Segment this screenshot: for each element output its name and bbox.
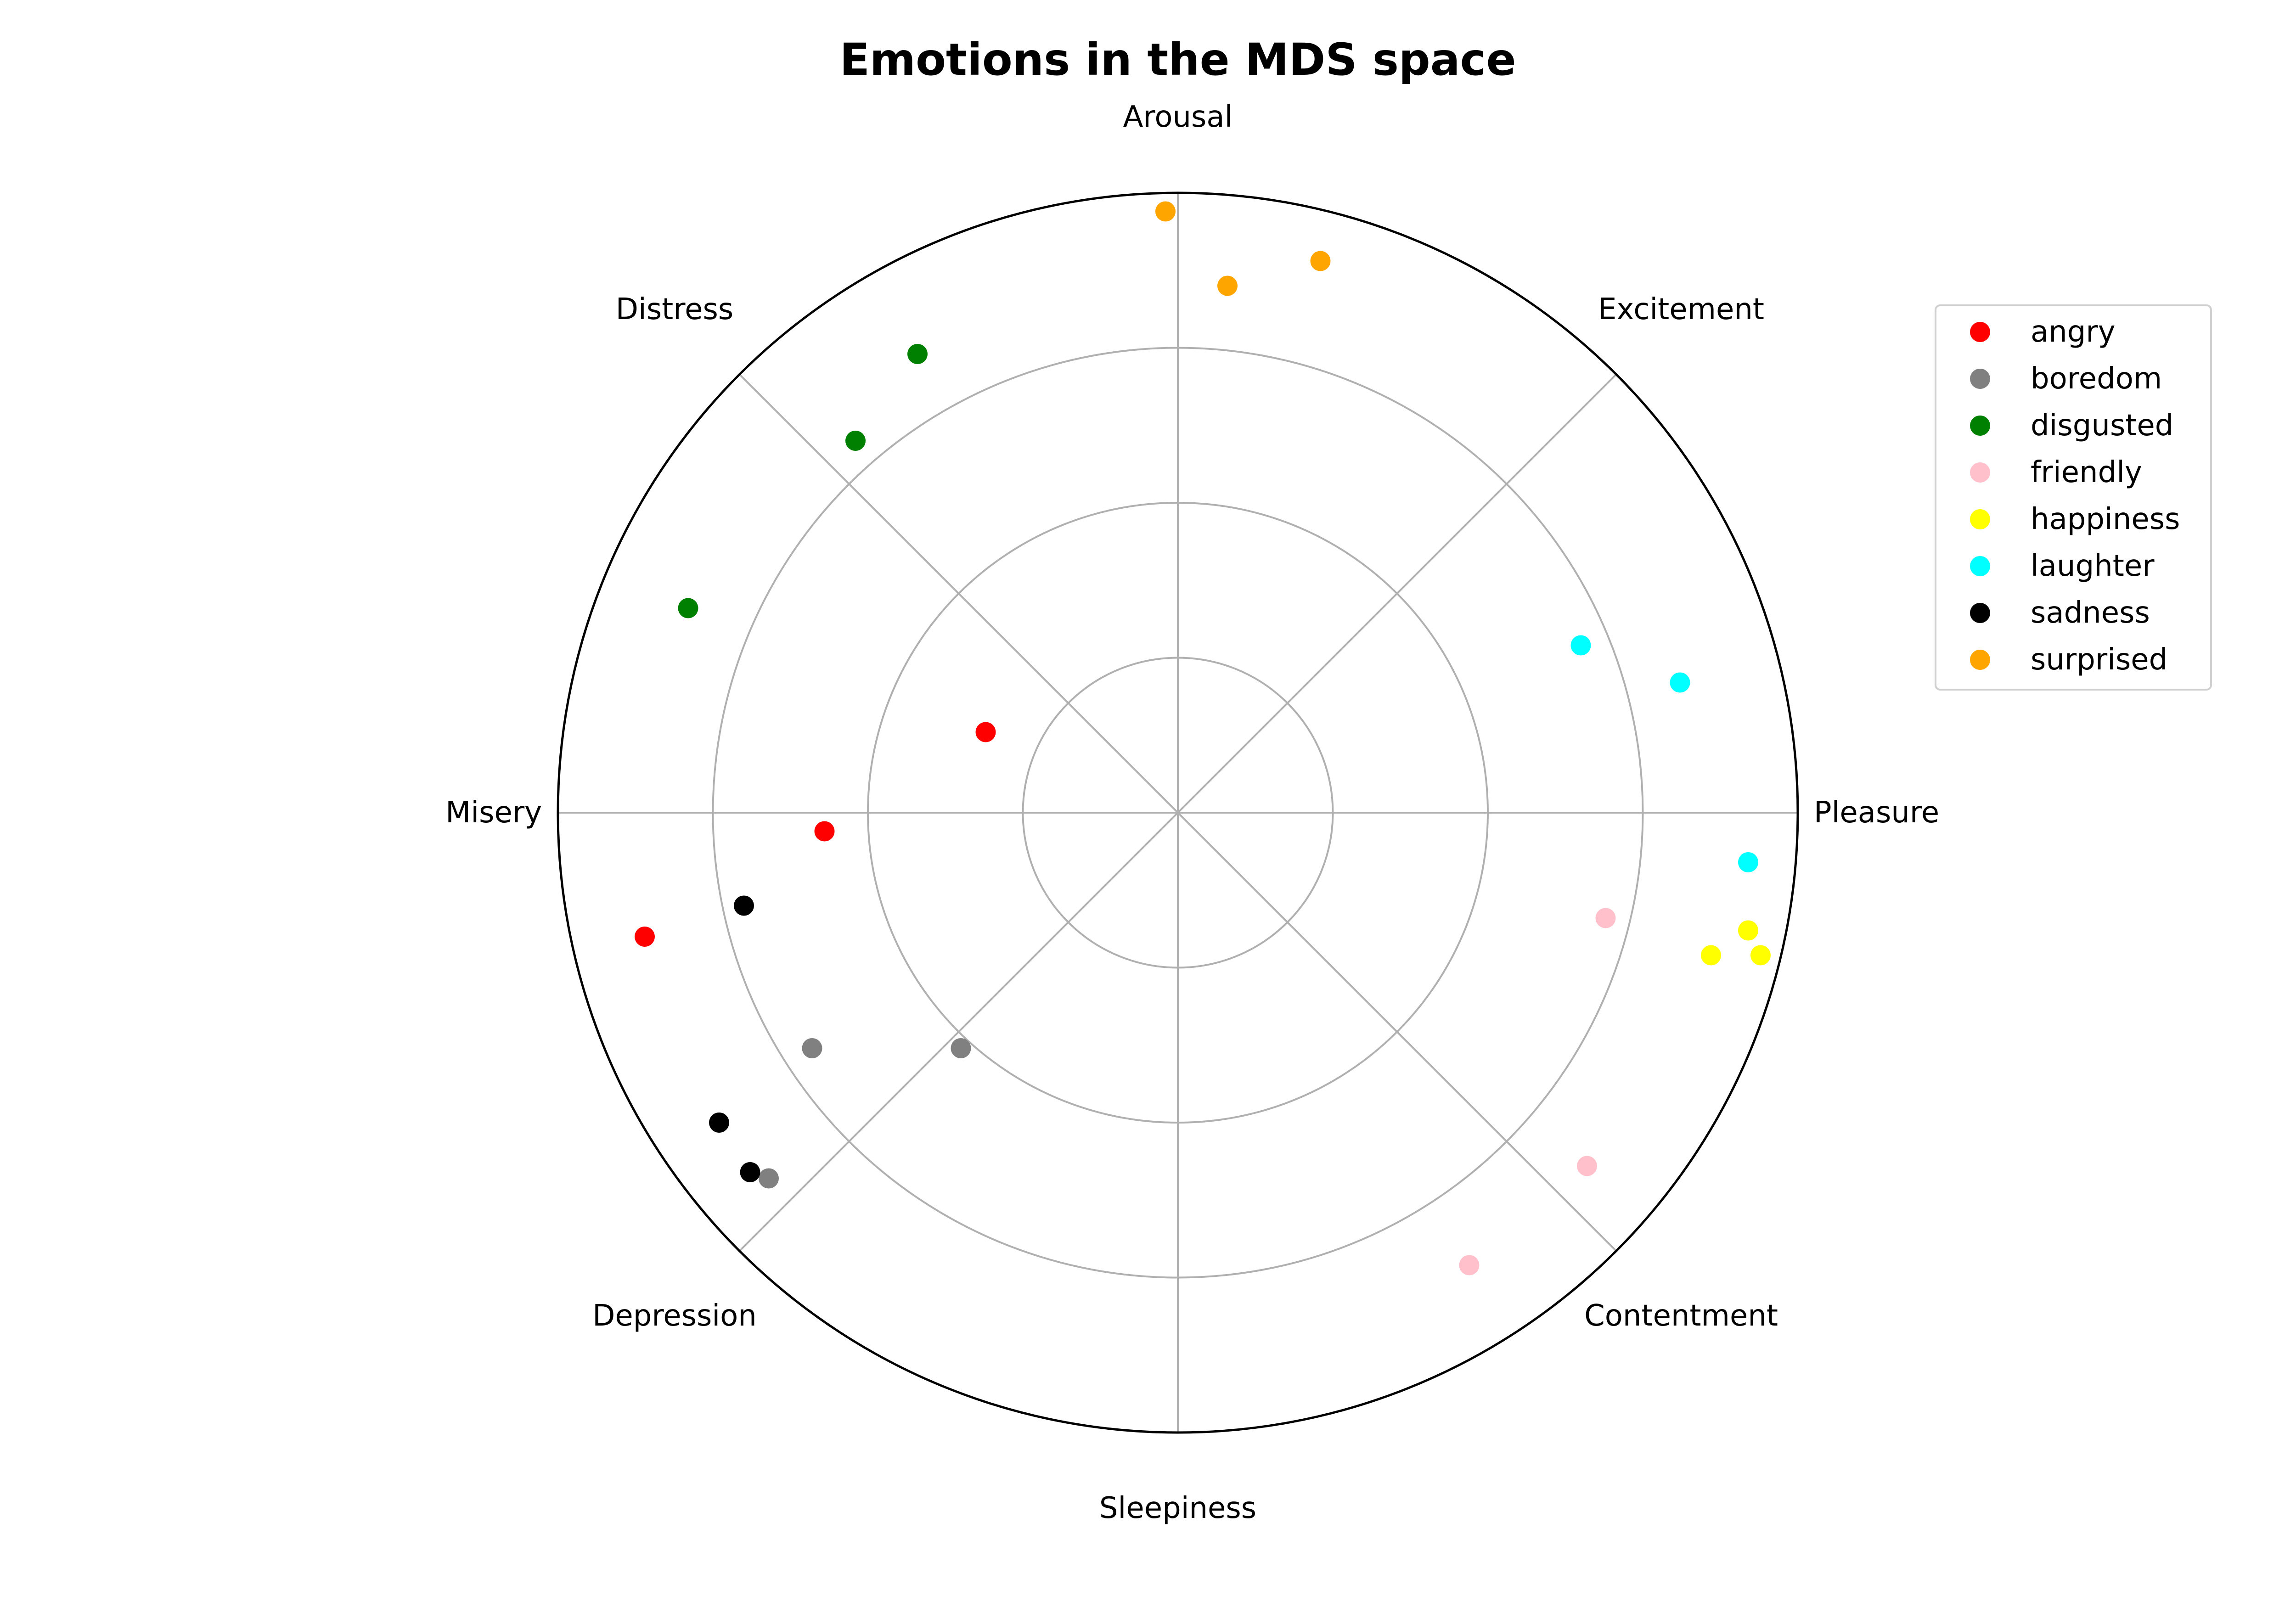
- legend-label-friendly: friendly: [2031, 455, 2142, 489]
- chart-root: Emotions in the MDS space Pleasure Excite…: [0, 0, 2296, 1607]
- legend-label-surprised: surprised: [2031, 643, 2167, 677]
- legend-marker-sadness: [1970, 603, 1990, 623]
- point-boredom: [951, 1038, 971, 1058]
- point-happiness: [1738, 920, 1758, 941]
- axis-label-contentment: Contentment: [1584, 1299, 1778, 1333]
- point-sadness: [709, 1113, 729, 1133]
- axis-label-pleasure: Pleasure: [1814, 796, 1939, 830]
- legend-marker-laughter: [1970, 556, 1990, 576]
- chart-background: [0, 0, 2296, 1607]
- point-angry: [975, 722, 996, 742]
- chart-title: Emotions in the MDS space: [839, 34, 1516, 85]
- point-laughter: [1738, 852, 1758, 872]
- axis-label-sleepiness: Sleepiness: [1099, 1491, 1256, 1525]
- point-friendly: [1595, 908, 1616, 928]
- point-happiness: [1750, 945, 1771, 966]
- legend-marker-boredom: [1970, 369, 1990, 389]
- point-friendly: [1577, 1156, 1597, 1176]
- legend-marker-angry: [1970, 322, 1990, 342]
- legend-label-sadness: sadness: [2031, 596, 2150, 630]
- legend-label-happiness: happiness: [2031, 502, 2180, 536]
- point-laughter: [1570, 635, 1591, 656]
- point-friendly: [1459, 1255, 1480, 1275]
- axis-label-misery: Misery: [445, 796, 542, 830]
- polar-scatter-chart: Emotions in the MDS space Pleasure Excite…: [0, 0, 2296, 1607]
- axis-label-arousal: Arousal: [1123, 100, 1233, 134]
- axis-label-depression: Depression: [592, 1299, 757, 1333]
- legend: angry boredom disgusted friendly happiness la…: [1935, 304, 2212, 691]
- legend-marker-surprised: [1970, 650, 1990, 670]
- legend-label-laughter: laughter: [2031, 549, 2155, 583]
- legend-label-angry: angry: [2031, 315, 2116, 349]
- point-boredom: [759, 1168, 779, 1189]
- point-surprised: [1155, 201, 1176, 222]
- point-disgusted: [845, 431, 866, 451]
- legend-label-disgusted: disgusted: [2031, 409, 2173, 443]
- point-happiness: [1701, 945, 1721, 966]
- axis-label-distress: Distress: [616, 292, 733, 326]
- legend-marker-friendly: [1970, 462, 1990, 483]
- point-disgusted: [907, 344, 928, 364]
- legend-marker-disgusted: [1970, 416, 1990, 436]
- point-laughter: [1670, 672, 1690, 693]
- point-sadness: [734, 895, 754, 916]
- polar-grid: [557, 191, 1799, 1434]
- legend-marker-happiness: [1970, 509, 1990, 529]
- point-surprised: [1217, 275, 1238, 296]
- point-angry: [814, 821, 835, 842]
- axis-label-excitement: Excitement: [1598, 292, 1764, 326]
- legend-label-boredom: boredom: [2031, 362, 2162, 396]
- point-surprised: [1310, 251, 1331, 271]
- point-angry: [635, 927, 655, 947]
- point-disgusted: [678, 598, 698, 618]
- point-boredom: [802, 1038, 822, 1058]
- point-sadness: [740, 1162, 760, 1182]
